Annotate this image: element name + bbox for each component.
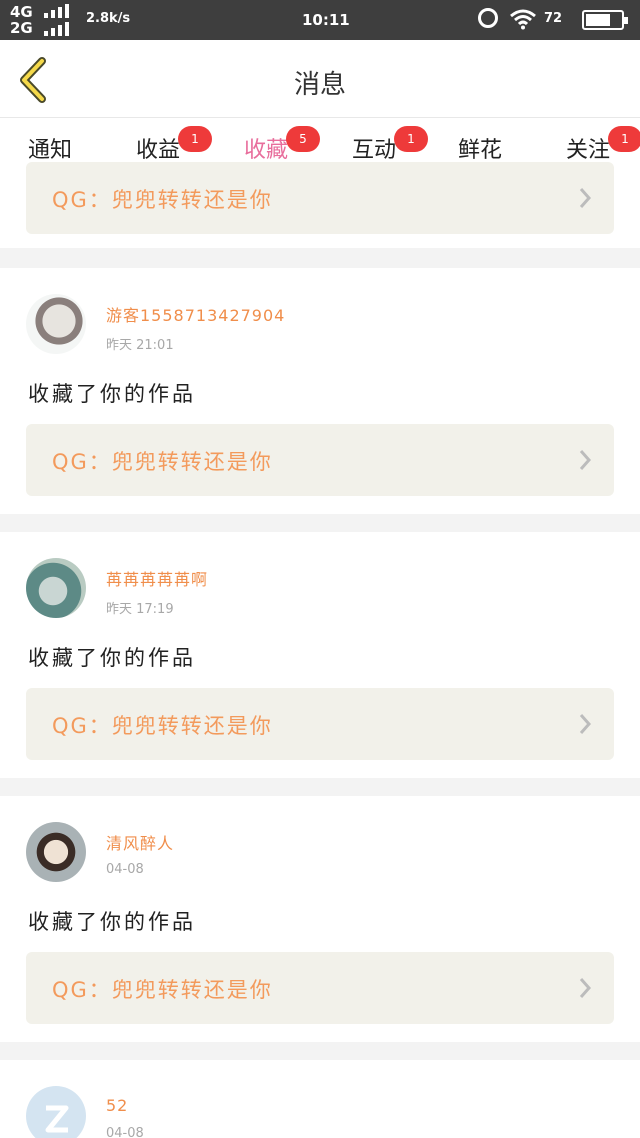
work-quote-box[interactable]: QG：兜兜转转还是你 <box>26 424 614 496</box>
timestamp: 昨天 17:19 <box>106 602 174 617</box>
work-quote-box[interactable]: QG：兜兜转转还是你 <box>26 688 614 760</box>
timestamp: 04-08 <box>106 862 144 877</box>
work-title: QG：兜兜转转还是你 <box>52 188 273 212</box>
status-bar: 4G 2G 2.8k/s 10:11 72 <box>0 0 640 40</box>
username[interactable]: 清风醉人 <box>106 830 174 854</box>
action-text: 收藏了你的作品 <box>28 646 196 670</box>
battery-percent: 72 <box>544 11 563 26</box>
network-type-top: 4G <box>10 3 33 21</box>
list-item: 苒苒苒苒苒啊 昨天 17:19 收藏了你的作品 QG：兜兜转转还是你 <box>0 532 640 778</box>
avatar[interactable] <box>26 294 86 354</box>
default-avatar-icon <box>45 1105 69 1133</box>
header: 消息 <box>0 40 640 118</box>
action-text: 收藏了你的作品 <box>28 382 196 406</box>
unread-badge: 1 <box>178 126 212 152</box>
wifi-icon <box>510 9 536 30</box>
timestamp: 04-08 <box>106 1126 144 1138</box>
battery-icon <box>582 10 628 30</box>
unread-badge: 1 <box>394 126 428 152</box>
work-quote-box[interactable]: QG：兜兜转转还是你 <box>26 952 614 1024</box>
tab-label: 通知 <box>28 138 73 163</box>
work-title: QG：兜兜转转还是你 <box>52 978 273 1002</box>
tab-label: 鲜花 <box>458 138 503 163</box>
tab-label: 收藏 <box>244 138 289 163</box>
chevron-right-icon <box>579 978 592 998</box>
tab-notice[interactable]: 通知 <box>28 132 72 164</box>
list-item: 游客1558713427904 昨天 21:01 收藏了你的作品 QG：兜兜转转… <box>0 268 640 514</box>
battery-fill <box>586 14 610 26</box>
tab-label: 互动 <box>352 138 397 163</box>
work-title: QG：兜兜转转还是你 <box>52 450 273 474</box>
tab-label: 关注 <box>566 138 611 163</box>
username[interactable]: 苒苒苒苒苒啊 <box>106 566 208 590</box>
tab-interaction[interactable]: 互动 1 <box>352 126 428 164</box>
timestamp: 昨天 21:01 <box>106 338 174 353</box>
signal-icon <box>44 22 70 36</box>
username[interactable]: 52 <box>106 1096 128 1115</box>
action-text: 收藏了你的作品 <box>28 910 196 934</box>
tab-following[interactable]: 关注 1 <box>566 126 640 164</box>
unread-badge: 1 <box>608 126 640 152</box>
work-quote-box[interactable]: QG：兜兜转转还是你 <box>26 162 614 234</box>
chevron-right-icon <box>579 188 592 208</box>
work-title: QG：兜兜转转还是你 <box>52 714 273 738</box>
tab-earnings[interactable]: 收益 1 <box>136 126 212 164</box>
network-type-bottom: 2G <box>10 19 33 37</box>
avatar[interactable] <box>26 1086 86 1138</box>
tab-favorites[interactable]: 收藏 5 <box>244 126 320 164</box>
page-title: 消息 <box>293 70 346 100</box>
chevron-right-icon <box>579 450 592 470</box>
clock: 10:11 <box>302 11 350 29</box>
list-item: 52 04-08 <box>0 1060 640 1138</box>
signal-icon <box>44 4 70 18</box>
chevron-right-icon <box>579 714 592 734</box>
username[interactable]: 游客1558713427904 <box>106 302 285 326</box>
avatar[interactable] <box>26 822 86 882</box>
avatar[interactable] <box>26 558 86 618</box>
tab-flowers[interactable]: 鲜花 <box>458 132 502 164</box>
list-item: 清风醉人 04-08 收藏了你的作品 QG：兜兜转转还是你 <box>0 796 640 1042</box>
tab-label: 收益 <box>136 138 181 163</box>
list-item: QG：兜兜转转还是你 <box>0 162 640 248</box>
unread-badge: 5 <box>286 126 320 152</box>
network-speed: 2.8k/s <box>86 11 131 26</box>
alarm-icon <box>478 8 498 28</box>
network-type: 4G 2G <box>10 4 33 36</box>
